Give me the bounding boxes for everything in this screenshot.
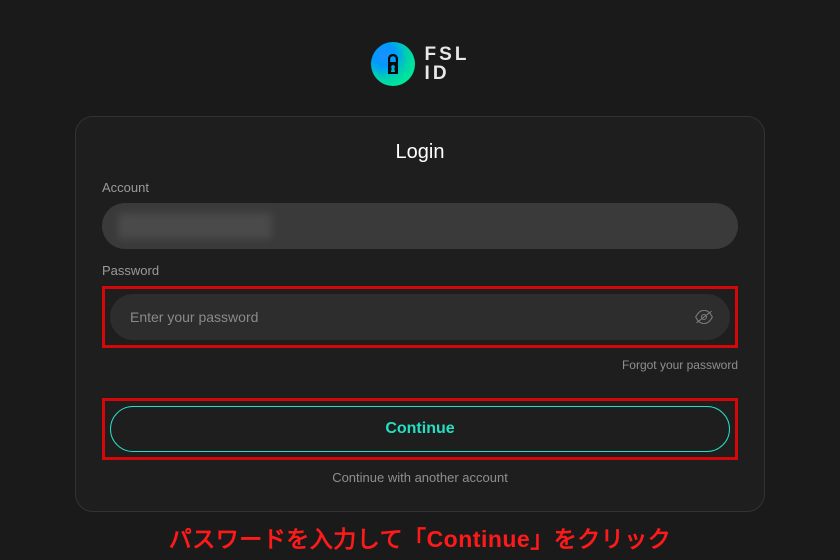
account-label: Account: [102, 180, 738, 195]
instruction-annotation: パスワードを入力して「Continue」をクリック: [169, 520, 671, 554]
card-title: Login: [102, 141, 738, 164]
eye-off-icon[interactable]: [694, 307, 714, 327]
login-card: Login Account Password Forgot your passw…: [75, 116, 765, 512]
page: FSL ID Login Account Password Forgot you…: [0, 0, 840, 560]
password-highlight-box: [102, 286, 738, 348]
forgot-password-link[interactable]: Forgot your password: [622, 358, 738, 372]
continue-highlight-box: Continue: [102, 398, 738, 460]
brand-wordmark: FSL ID: [425, 45, 470, 83]
continue-button[interactable]: Continue: [110, 406, 730, 452]
brand-line1: FSL: [425, 45, 470, 64]
alt-account-link[interactable]: Continue with another account: [102, 470, 738, 485]
password-input[interactable]: [110, 294, 730, 340]
password-field: [110, 294, 730, 340]
brand-logo: FSL ID: [371, 42, 470, 86]
forgot-row: Forgot your password: [102, 356, 738, 374]
account-input-wrap: [102, 203, 738, 249]
password-label: Password: [102, 263, 738, 278]
account-input[interactable]: [102, 203, 738, 249]
brand-line2: ID: [425, 64, 470, 83]
keyhole-icon: [371, 42, 415, 86]
